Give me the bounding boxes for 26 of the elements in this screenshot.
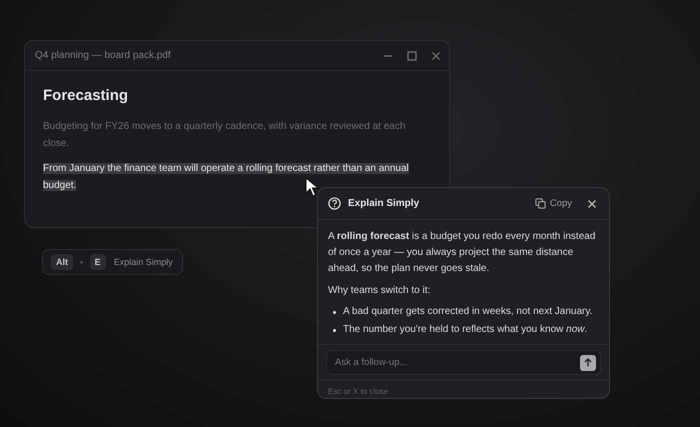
- window-title: Q4 planning — board pack.pdf: [35, 50, 172, 61]
- bullet-dot: [333, 310, 336, 314]
- popup-title: Explain Simply: [348, 198, 420, 209]
- shortcut-label: Explain Simply: [114, 257, 173, 267]
- maximize-icon[interactable]: [407, 50, 417, 60]
- document-heading: Forecasting: [43, 87, 130, 104]
- plus-sign: +: [79, 258, 84, 266]
- send-button[interactable]: [580, 354, 596, 370]
- close-icon[interactable]: [587, 198, 597, 208]
- bullet-text: A bad quarter gets corrected in weeks, not next January.: [343, 305, 592, 319]
- help-icon: [328, 197, 341, 210]
- close-icon[interactable]: [431, 50, 441, 60]
- keyboard-key: Alt: [51, 254, 73, 270]
- subheading: Why teams switch to it:: [328, 284, 432, 298]
- copy-icon: [534, 198, 546, 209]
- mouse-cursor-icon: [305, 177, 319, 197]
- close-hint: Esc or X to close: [328, 386, 388, 396]
- bullet-dot: [333, 328, 336, 332]
- arrow-up-icon: [584, 358, 592, 367]
- follow-up-field[interactable]: Ask a follow-up...: [333, 356, 580, 369]
- bullet-text: The number you're held to reflects what you know now.: [343, 323, 588, 337]
- definition-text: A rolling forecast is a budget you redo every month instead of once a year — you always project the same distance ahead, so the plan never goes stale.: [328, 230, 596, 276]
- follow-up-box[interactable]: Ask a follow-up...: [326, 350, 601, 375]
- paragraph: Budgeting for FY26 moves to a quarterly cadence, with variance reviewed at each close.: [43, 121, 406, 149]
- copy-button[interactable]: Copy: [534, 198, 572, 209]
- keyboard-key: E: [90, 254, 106, 270]
